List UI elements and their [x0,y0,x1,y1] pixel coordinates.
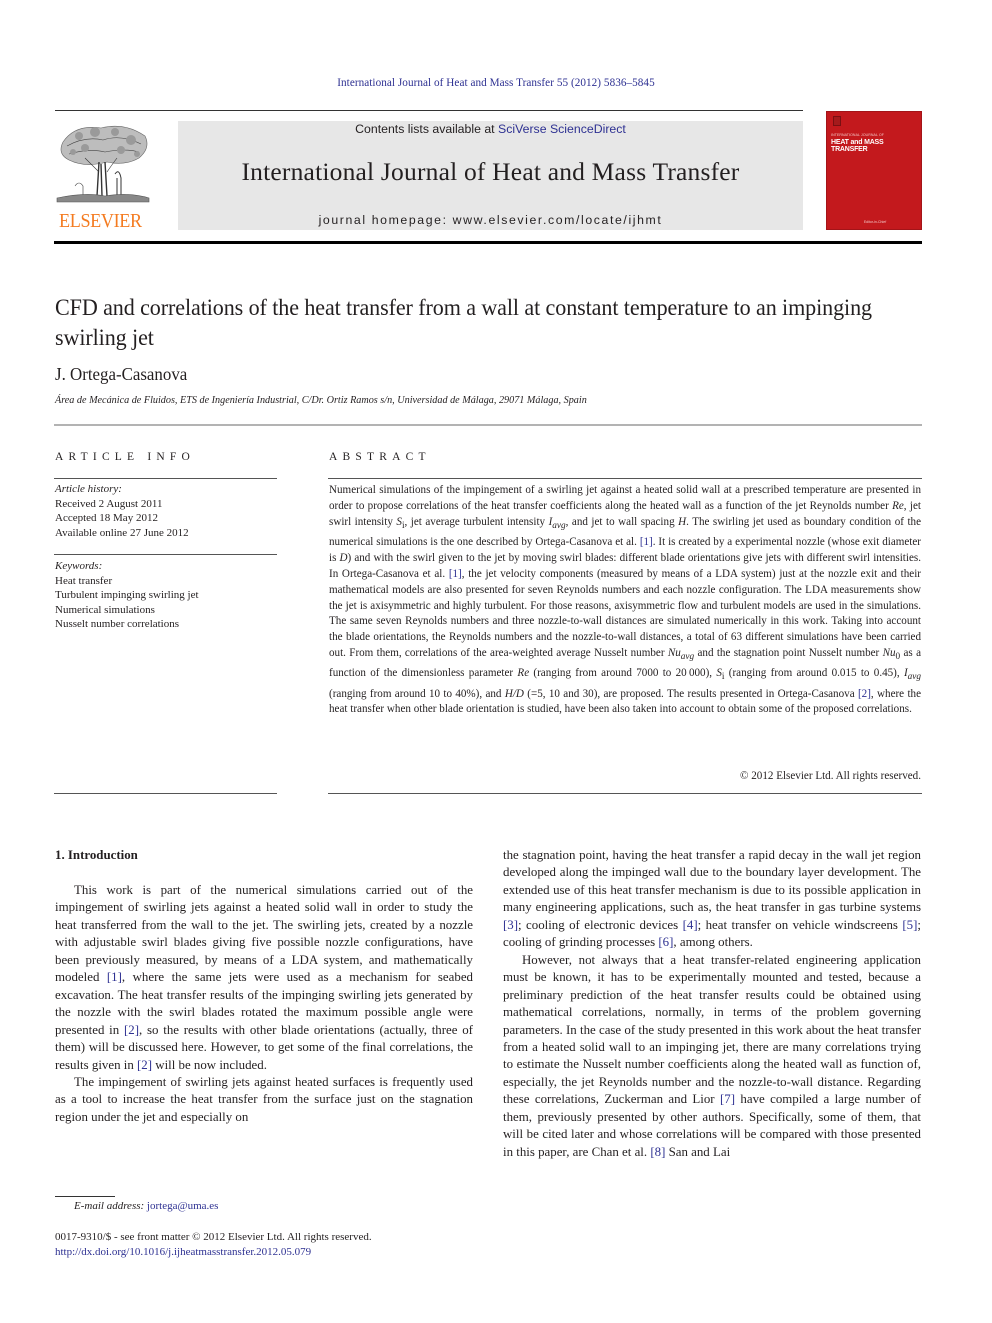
symbol-re: Re [892,499,904,512]
journal-homepage: journal homepage: www.elsevier.com/locat… [178,213,803,227]
keyword: Numerical simulations [55,603,155,616]
reference-link-4[interactable]: [4] [683,918,698,932]
abstract-run: (ranging from around 0.015 to 0.45), [724,667,904,680]
reference-link-6[interactable]: [6] [658,935,673,949]
author-name[interactable]: J. Ortega-Casanova [55,364,187,385]
abstract-rule [328,478,922,479]
reference-link-3[interactable]: [3] [503,918,518,932]
keyword: Turbulent impinging swirling jet [55,589,199,601]
abstract-run: and the stagnation point Nusselt number [694,647,883,660]
keywords-list: Keywords: Heat transfer Turbulent imping… [55,559,277,632]
reference-link-1[interactable]: [1] [449,568,462,580]
abstract-run: , the jet velocity components (measured … [329,567,921,660]
text-run: ; cooling of electronic devices [518,917,683,932]
paragraph: the stagnation point, having the heat tr… [503,847,921,952]
symbol-d: D [339,551,348,564]
symbol-nu-avg-sub: avg [680,652,695,663]
reference-link-2[interactable]: [2] [858,688,871,700]
homepage-prefix: journal homepage: [318,213,453,227]
reference-link-1[interactable]: [1] [640,536,653,548]
symbol-re: Re [517,667,530,680]
abstract-run: (ranging from around 7000 to 20 000), [529,667,717,680]
elsevier-wordmark: ELSEVIER [59,211,142,232]
author-email-link[interactable]: jortega@uma.es [147,1200,219,1212]
text-run: However, not always that a heat transfer… [503,952,921,1107]
sciencedirect-link[interactable]: SciVerse ScienceDirect [498,122,626,136]
cover-footer: Editor-in-Chief [863,220,887,224]
doi-link[interactable]: http://dx.doi.org/10.1016/j.ijheatmasstr… [55,1245,372,1260]
front-matter: 0017-9310/$ - see front matter © 2012 El… [55,1230,372,1260]
symbol-iavg-sub: avg [907,672,922,683]
abstract-run: (=5, 10 and 30), are proposed. The resul… [523,687,858,700]
keywords-rule [54,554,277,555]
reference-link-1[interactable]: [1] [107,970,122,984]
abstract-copyright: © 2012 Elsevier Ltd. All rights reserved… [740,770,921,782]
reference-link-5[interactable]: [5] [902,918,917,932]
journal-banner: Contents lists available at SciVerse Sci… [178,121,803,230]
history-received: Received 2 August 2011 [55,497,163,510]
history-online: Available online 27 June 2012 [55,526,189,539]
contents-prefix: Contents lists available at [355,122,499,136]
cover-emblem-icon [833,116,841,126]
section-heading-introduction: 1. Introduction [55,848,138,862]
symbol-h: H [678,515,687,528]
homepage-url-link[interactable]: www.elsevier.com/locate/ijhmt [453,213,663,227]
reference-link-7[interactable]: [7] [720,1092,735,1106]
header-top-rule [55,110,803,111]
email-label: E-mail address: [74,1200,145,1212]
elsevier-logo[interactable]: ELSEVIER [52,118,156,234]
abstract-end-rule [328,793,922,794]
article-info-rule [54,478,277,479]
keyword: Heat transfer [55,574,113,587]
reference-link-2[interactable]: [2] [124,1023,139,1037]
abstract-run: (ranging from around 10 to 40%), and [329,687,505,700]
elsevier-tree-icon [56,125,150,203]
symbol-h-over-d: H/D [504,687,524,700]
abstract-run: , and jet to wall spacing [565,515,679,528]
paragraph: The impingement of swirling jets against… [55,1074,473,1126]
abstract-run: Numerical simulations of the impingement… [329,484,921,512]
journal-cover-thumbnail[interactable]: INTERNATIONAL JOURNAL OF HEAT and MASS T… [826,111,922,230]
article-history: Article history: Received 2 August 2011 … [55,482,277,540]
reference-link-2[interactable]: [2] [137,1058,152,1072]
reference-link-8[interactable]: [8] [650,1145,665,1159]
text-run: the stagnation point, having the heat tr… [503,848,921,915]
article-info-end-rule [54,793,277,794]
symbol-iavg-sub: avg [552,521,566,532]
text-run: The impingement of swirling jets against… [55,1074,473,1124]
cover-kicker: INTERNATIONAL JOURNAL OF [831,133,885,137]
article-history-label: Article history: [55,483,122,495]
text-run: ; heat transfer on vehicle windscreens [697,917,903,932]
header-bottom-rule [54,241,922,244]
journal-citation-link[interactable]: International Journal of Heat and Mass T… [0,77,992,89]
cover-title: HEAT and MASS TRANSFER [831,139,884,153]
article-info-heading: ARTICLE INFO [55,451,195,463]
symbol-nu: Nu [667,647,681,660]
contents-availability: Contents lists available at SciVerse Sci… [178,121,803,136]
keyword: Nusselt number correlations [55,618,180,630]
paper-title: CFD and correlations of the heat transfe… [55,295,872,350]
text-run: will be now included. [152,1057,267,1072]
keywords-label: Keywords: [55,560,103,572]
paragraph: However, not always that a heat transfer… [503,952,921,1161]
footnote-rule [55,1196,115,1197]
abstract-heading: ABSTRACT [329,451,431,463]
author-email-footnote: E-mail address: jortega@uma.es [74,1200,218,1212]
title-divider [54,424,922,426]
paragraph: This work is part of the numerical simul… [55,882,473,1074]
text-run: San and Lai [665,1144,731,1159]
intro-left-column: This work is part of the numerical simul… [55,882,473,1126]
symbol-nu: Nu [882,647,896,660]
abstract-text: Numerical simulations of the impingement… [329,483,921,718]
text-run: , among others. [673,935,753,950]
author-affiliation: Área de Mecánica de Fluidos, ETS de Inge… [55,395,587,406]
journal-title: International Journal of Heat and Mass T… [241,157,740,186]
front-matter-copyright: 0017-9310/$ - see front matter © 2012 El… [55,1231,372,1243]
abstract-run: , jet average turbulent inten­sity [404,515,549,528]
history-accepted: Accepted 18 May 2012 [55,512,158,524]
intro-right-column: the stagnation point, having the heat tr… [503,847,921,1161]
